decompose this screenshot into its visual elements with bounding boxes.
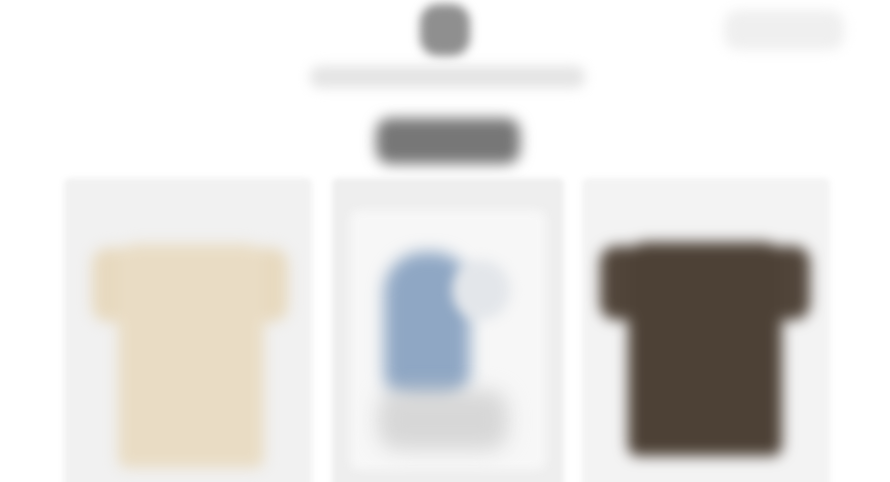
tshirt-body bbox=[628, 242, 782, 456]
brand-logo-icon[interactable] bbox=[420, 4, 470, 56]
product-image-beige-tshirt[interactable] bbox=[92, 238, 288, 468]
account-button[interactable] bbox=[724, 10, 844, 50]
figure-highlight bbox=[452, 260, 510, 320]
collection-heading bbox=[376, 118, 520, 164]
storefront-page bbox=[0, 0, 890, 482]
product-image-brown-tshirt[interactable] bbox=[600, 236, 810, 458]
tshirt-body bbox=[118, 244, 264, 468]
site-tagline bbox=[300, 60, 590, 96]
figure-shadow bbox=[378, 390, 508, 450]
